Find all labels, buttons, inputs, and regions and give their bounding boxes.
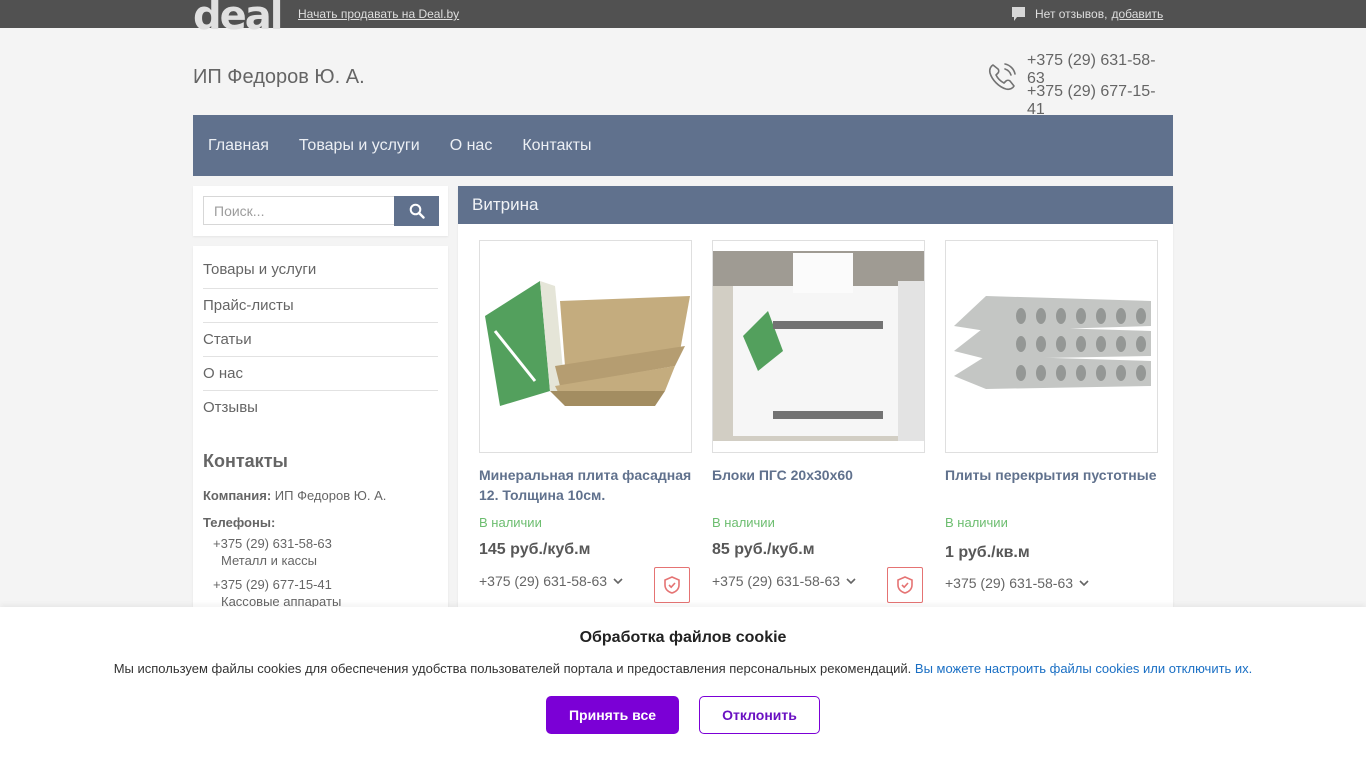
product-name[interactable]: Плиты перекрытия пустотные: [945, 465, 1158, 505]
cookie-text-row: Мы используем файлы cookies для обеспече…: [0, 661, 1366, 676]
sidebar-item-articles[interactable]: Статьи: [203, 323, 438, 357]
reviews-widget: Нет отзывов, добавить: [1012, 7, 1163, 21]
product-phone-number: +375 (29) 631-58-63: [479, 573, 608, 589]
chevron-down-icon: [1079, 580, 1089, 587]
cookie-text: Мы используем файлы cookies для обеспече…: [113, 661, 912, 676]
company-label: Компания:: [203, 488, 272, 503]
sidebar-item-price-lists[interactable]: Прайс-листы: [203, 289, 438, 323]
company-row: Компания: ИП Федоров Ю. А.: [203, 488, 438, 503]
safe-deal-button[interactable]: [654, 567, 690, 603]
contacts-title: Контакты: [203, 451, 288, 471]
chevron-down-icon: [613, 578, 623, 585]
sidebar-item-products[interactable]: Товары и услуги: [203, 246, 438, 289]
shield-check-icon: [897, 576, 913, 594]
product-phone-number: +375 (29) 631-58-63: [712, 573, 841, 589]
nav-item-contacts[interactable]: Контакты: [522, 137, 591, 155]
phone-icon: [988, 63, 1016, 91]
sidebar-phone-2[interactable]: +375 (29) 677-15-41: [213, 577, 438, 592]
nav-item-home[interactable]: Главная: [208, 137, 269, 155]
sidebar-item-reviews[interactable]: Отзывы: [203, 391, 438, 425]
search-panel: [193, 186, 448, 236]
company-value: ИП Федоров Ю. А.: [274, 488, 387, 503]
gas-block-image: [713, 251, 924, 441]
cookie-banner: Обработка файлов cookie Мы используем фа…: [0, 607, 1366, 768]
safe-deal-button[interactable]: [887, 567, 923, 603]
search-input[interactable]: [203, 196, 395, 225]
stock-status: В наличии: [712, 515, 775, 530]
product-phone[interactable]: +375 (29) 631-58-63: [945, 575, 1158, 591]
product-card[interactable]: Плиты перекрытия пустотные В наличии 1 р…: [945, 240, 1158, 591]
company-name: ИП Федоров Ю. А.: [193, 66, 365, 88]
nav-item-products[interactable]: Товары и услуги: [299, 137, 420, 155]
decline-button[interactable]: Отклонить: [699, 696, 820, 734]
product-name[interactable]: Минеральная плита фасадная 12. Толщина 1…: [479, 465, 692, 505]
stock-status: В наличии: [479, 515, 542, 530]
sidebar-phone-1[interactable]: +375 (29) 631-58-63: [213, 536, 438, 551]
product-image[interactable]: [712, 240, 925, 453]
accept-all-button[interactable]: Принять все: [546, 696, 679, 734]
product-price: 85 руб./куб.м: [712, 541, 815, 558]
product-name[interactable]: Блоки ПГС 20х30х60: [712, 465, 925, 505]
search-icon: [409, 203, 425, 219]
header-phone-2[interactable]: +375 (29) 677-15-41: [1027, 83, 1173, 119]
top-bar: deal Начать продавать на Deal.by Нет отз…: [0, 0, 1366, 36]
showcase-title: Витрина: [458, 186, 1173, 224]
sidebar: Товары и услуги Прайс-листы Статьи О нас…: [193, 246, 448, 646]
product-image[interactable]: [479, 240, 692, 453]
site-header: ИП Федоров Ю. А. +375 (29) 631-58-63 +37…: [193, 28, 1173, 118]
search-button[interactable]: [394, 196, 439, 226]
chevron-down-icon: [846, 578, 856, 585]
mineral-slab-image: [485, 281, 690, 406]
cookie-title: Обработка файлов cookie: [579, 629, 787, 646]
start-selling-link[interactable]: Начать продавать на Deal.by: [298, 7, 459, 21]
comment-icon: [1012, 7, 1025, 21]
product-card[interactable]: Блоки ПГС 20х30х60 В наличии 85 руб./куб…: [712, 240, 925, 603]
phones-label: Телефоны:: [203, 515, 276, 530]
reviews-text: Нет отзывов,: [1035, 7, 1108, 21]
stock-status: В наличии: [945, 515, 1008, 530]
sidebar-item-about[interactable]: О нас: [203, 357, 438, 391]
showcase: Витрина Минеральная плита фасадная 12. Т…: [458, 186, 1173, 646]
sidebar-phone-1-desc: Металл и кассы: [221, 553, 318, 568]
cookie-settings-link[interactable]: Вы можете настроить файлы cookies или от…: [915, 661, 1252, 676]
product-price: 1 руб./кв.м: [945, 544, 1030, 561]
product-image[interactable]: [945, 240, 1158, 453]
shield-check-icon: [664, 576, 680, 594]
product-phone-number: +375 (29) 631-58-63: [945, 575, 1074, 591]
product-card[interactable]: Минеральная плита фасадная 12. Толщина 1…: [479, 240, 692, 603]
main-nav: Главная Товары и услуги О нас Контакты: [193, 115, 1173, 176]
nav-item-about[interactable]: О нас: [450, 137, 493, 155]
add-review-link[interactable]: добавить: [1111, 7, 1163, 21]
product-price: 145 руб./куб.м: [479, 541, 591, 558]
cookie-buttons: Принять все Отклонить: [0, 696, 1366, 734]
hollow-slab-image: [954, 296, 1151, 389]
